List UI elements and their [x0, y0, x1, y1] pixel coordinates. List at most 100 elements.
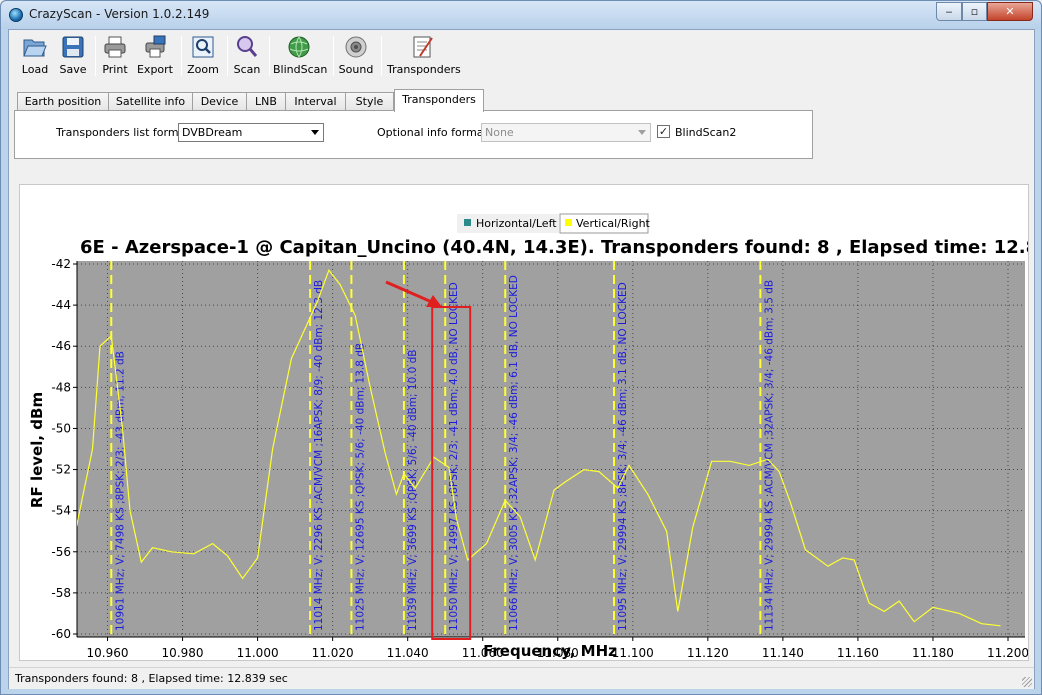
x-tick-label: 11.200: [987, 646, 1028, 660]
transponders-panel: Transponders list format DVBDream Option…: [14, 110, 813, 159]
status-bar: Transponders found: 8 , Elapsed time: 12…: [9, 667, 1034, 689]
load-button[interactable]: Load: [15, 34, 55, 80]
sound-label: Sound: [338, 63, 374, 76]
transponder-label: 11025 MHz; V; 12695 KS ;QPSK; 5/6; -40 d…: [354, 343, 366, 631]
export-icon: [145, 35, 166, 58]
zoom-button[interactable]: Zoom: [185, 34, 221, 80]
tab-transponders[interactable]: Transponders: [394, 89, 484, 112]
x-tick-label: 10.980: [162, 646, 204, 660]
export-label: Export: [136, 63, 173, 76]
x-tick-label: 11.180: [912, 646, 954, 660]
y-tick-label: -48: [51, 380, 71, 394]
x-tick-label: 11.160: [837, 646, 879, 660]
chart-title-group: 6E - Azerspace-1 @ Capitan_Uncino (40.4N…: [80, 237, 1028, 258]
chevron-down-icon: [638, 130, 646, 135]
zoom-label: Zoom: [187, 63, 219, 76]
y-tick-label: -56: [51, 545, 71, 559]
save-button[interactable]: Save: [55, 34, 91, 80]
x-tick-label: 11.000: [237, 646, 279, 660]
plot-area: [77, 261, 1025, 637]
transponders-button[interactable]: Transponders: [387, 34, 461, 80]
tab-satellite-info[interactable]: Satellite info: [108, 92, 193, 111]
optional-info-select[interactable]: None: [481, 123, 651, 142]
optional-info-value: None: [485, 126, 514, 139]
minimize-button[interactable]: ‒: [936, 2, 962, 21]
print-label: Print: [102, 63, 128, 76]
scan-button[interactable]: Scan: [231, 34, 263, 80]
legend-label: Vertical/Right: [576, 217, 651, 230]
floppy-disk-icon: [62, 36, 84, 58]
close-button[interactable]: ✕: [987, 2, 1033, 21]
title-bar[interactable]: CrazyScan - Version 1.0.2.149 ‒ ▫ ✕: [1, 1, 1041, 29]
toolbar-separator: [95, 36, 96, 76]
y-tick-label: -46: [51, 339, 71, 353]
spectrum-chart: -42 -44 -46 -48 -50 -52 -54 -56 -58 -60 10.960 10.9…: [19, 184, 1029, 661]
tab-style[interactable]: Style: [345, 92, 394, 111]
tab-interval[interactable]: Interval: [285, 92, 346, 111]
toolbar: Load Save Print Export Zoom Scan BlindSc…: [9, 30, 1034, 82]
chevron-down-icon: [311, 130, 319, 135]
save-label: Save: [59, 63, 87, 76]
y-tick-label: -44: [51, 298, 71, 312]
blindscan2-checkbox[interactable]: ✓: [657, 125, 670, 138]
legend: Horizontal/Left Vertical/Right: [457, 213, 651, 234]
load-label: Load: [21, 63, 49, 76]
x-tick-label: 11.100: [612, 646, 654, 660]
x-tick-label: 11.120: [687, 646, 729, 660]
app-window: CrazyScan - Version 1.0.2.149 ‒ ▫ ✕ Load: [0, 0, 1042, 695]
maximize-button[interactable]: ▫: [962, 2, 987, 21]
y-axis-label: RF level, dBm: [28, 392, 46, 508]
export-button[interactable]: Export: [135, 34, 175, 80]
transponders-label: Transponders: [387, 63, 461, 76]
tab-device[interactable]: Device: [192, 92, 247, 111]
chart-title: 6E - Azerspace-1 @ Capitan_Uncino (40.4N…: [80, 237, 1028, 258]
folder-open-icon: [23, 39, 47, 57]
optional-info-label: Optional info format: [377, 126, 488, 139]
tab-earth-position[interactable]: Earth position: [17, 92, 109, 111]
magnifier-icon: [237, 36, 258, 57]
client-area: Load Save Print Export Zoom Scan BlindSc…: [8, 29, 1035, 689]
list-format-label: Transponders list format: [56, 126, 190, 139]
spectrum-chart-svg: -42 -44 -46 -48 -50 -52 -54 -56 -58 -60 10.960 10.9…: [28, 213, 1028, 660]
transponder-label: 11014 MHz; V; 2296 KS ;ACM/VCM ;16APSK; …: [313, 280, 325, 631]
scan-label: Scan: [233, 63, 261, 76]
list-format-select[interactable]: DVBDream: [178, 123, 324, 142]
legend-swatch: [565, 219, 572, 226]
toolbar-separator: [381, 36, 382, 76]
legend-label: Horizontal/Left: [476, 217, 557, 230]
zoom-icon: [192, 36, 214, 58]
print-button[interactable]: Print: [99, 34, 131, 80]
globe-icon: [288, 36, 310, 58]
transponder-label: 11066 MHz; V; 3005 KS ;32APSK; 3/4; -46 …: [508, 275, 520, 631]
y-tick-label: -54: [51, 504, 71, 518]
transponder-label: 11050 MHz; V; 14997 KS ;8PSK; 2/3; -41 d…: [448, 282, 460, 631]
toolbar-separator: [333, 36, 334, 76]
toolbar-separator: [269, 36, 270, 76]
x-tick-label: 11.040: [387, 646, 429, 660]
tab-lnb[interactable]: LNB: [246, 92, 286, 111]
x-axis-label: Frequency, MHz: [483, 642, 617, 660]
app-globe-icon: [9, 8, 23, 22]
toolbar-separator: [181, 36, 182, 76]
blindscan-label: BlindScan: [273, 63, 328, 76]
speaker-icon: [345, 36, 367, 58]
x-tick-label: 11.140: [762, 646, 804, 660]
list-format-value: DVBDream: [182, 126, 243, 139]
y-tick-label: -42: [51, 257, 71, 271]
x-tick-label: 10.960: [87, 646, 129, 660]
resize-grip-icon[interactable]: [1022, 677, 1032, 687]
sound-button[interactable]: Sound: [337, 34, 375, 80]
transponder-label: 10961 MHz; V; 7498 KS ;8PSK; 2/3; -43 dB…: [114, 351, 126, 631]
transponder-label: 11095 MHz; V; 29994 KS ;8PSK; 3/4; -46 d…: [617, 282, 629, 631]
y-tick-label: -50: [51, 421, 71, 435]
window-title: CrazyScan - Version 1.0.2.149: [29, 7, 210, 21]
status-text: Transponders found: 8 , Elapsed time: 12…: [15, 672, 288, 685]
y-tick-label: -52: [51, 463, 71, 477]
blindscan2-label: BlindScan2: [675, 126, 737, 139]
printer-icon: [104, 36, 126, 58]
y-tick-label: -60: [51, 627, 71, 641]
toolbar-separator: [227, 36, 228, 76]
blindscan-button[interactable]: BlindScan: [273, 34, 328, 80]
transponder-list-icon: [413, 36, 433, 58]
legend-swatch: [464, 219, 471, 226]
